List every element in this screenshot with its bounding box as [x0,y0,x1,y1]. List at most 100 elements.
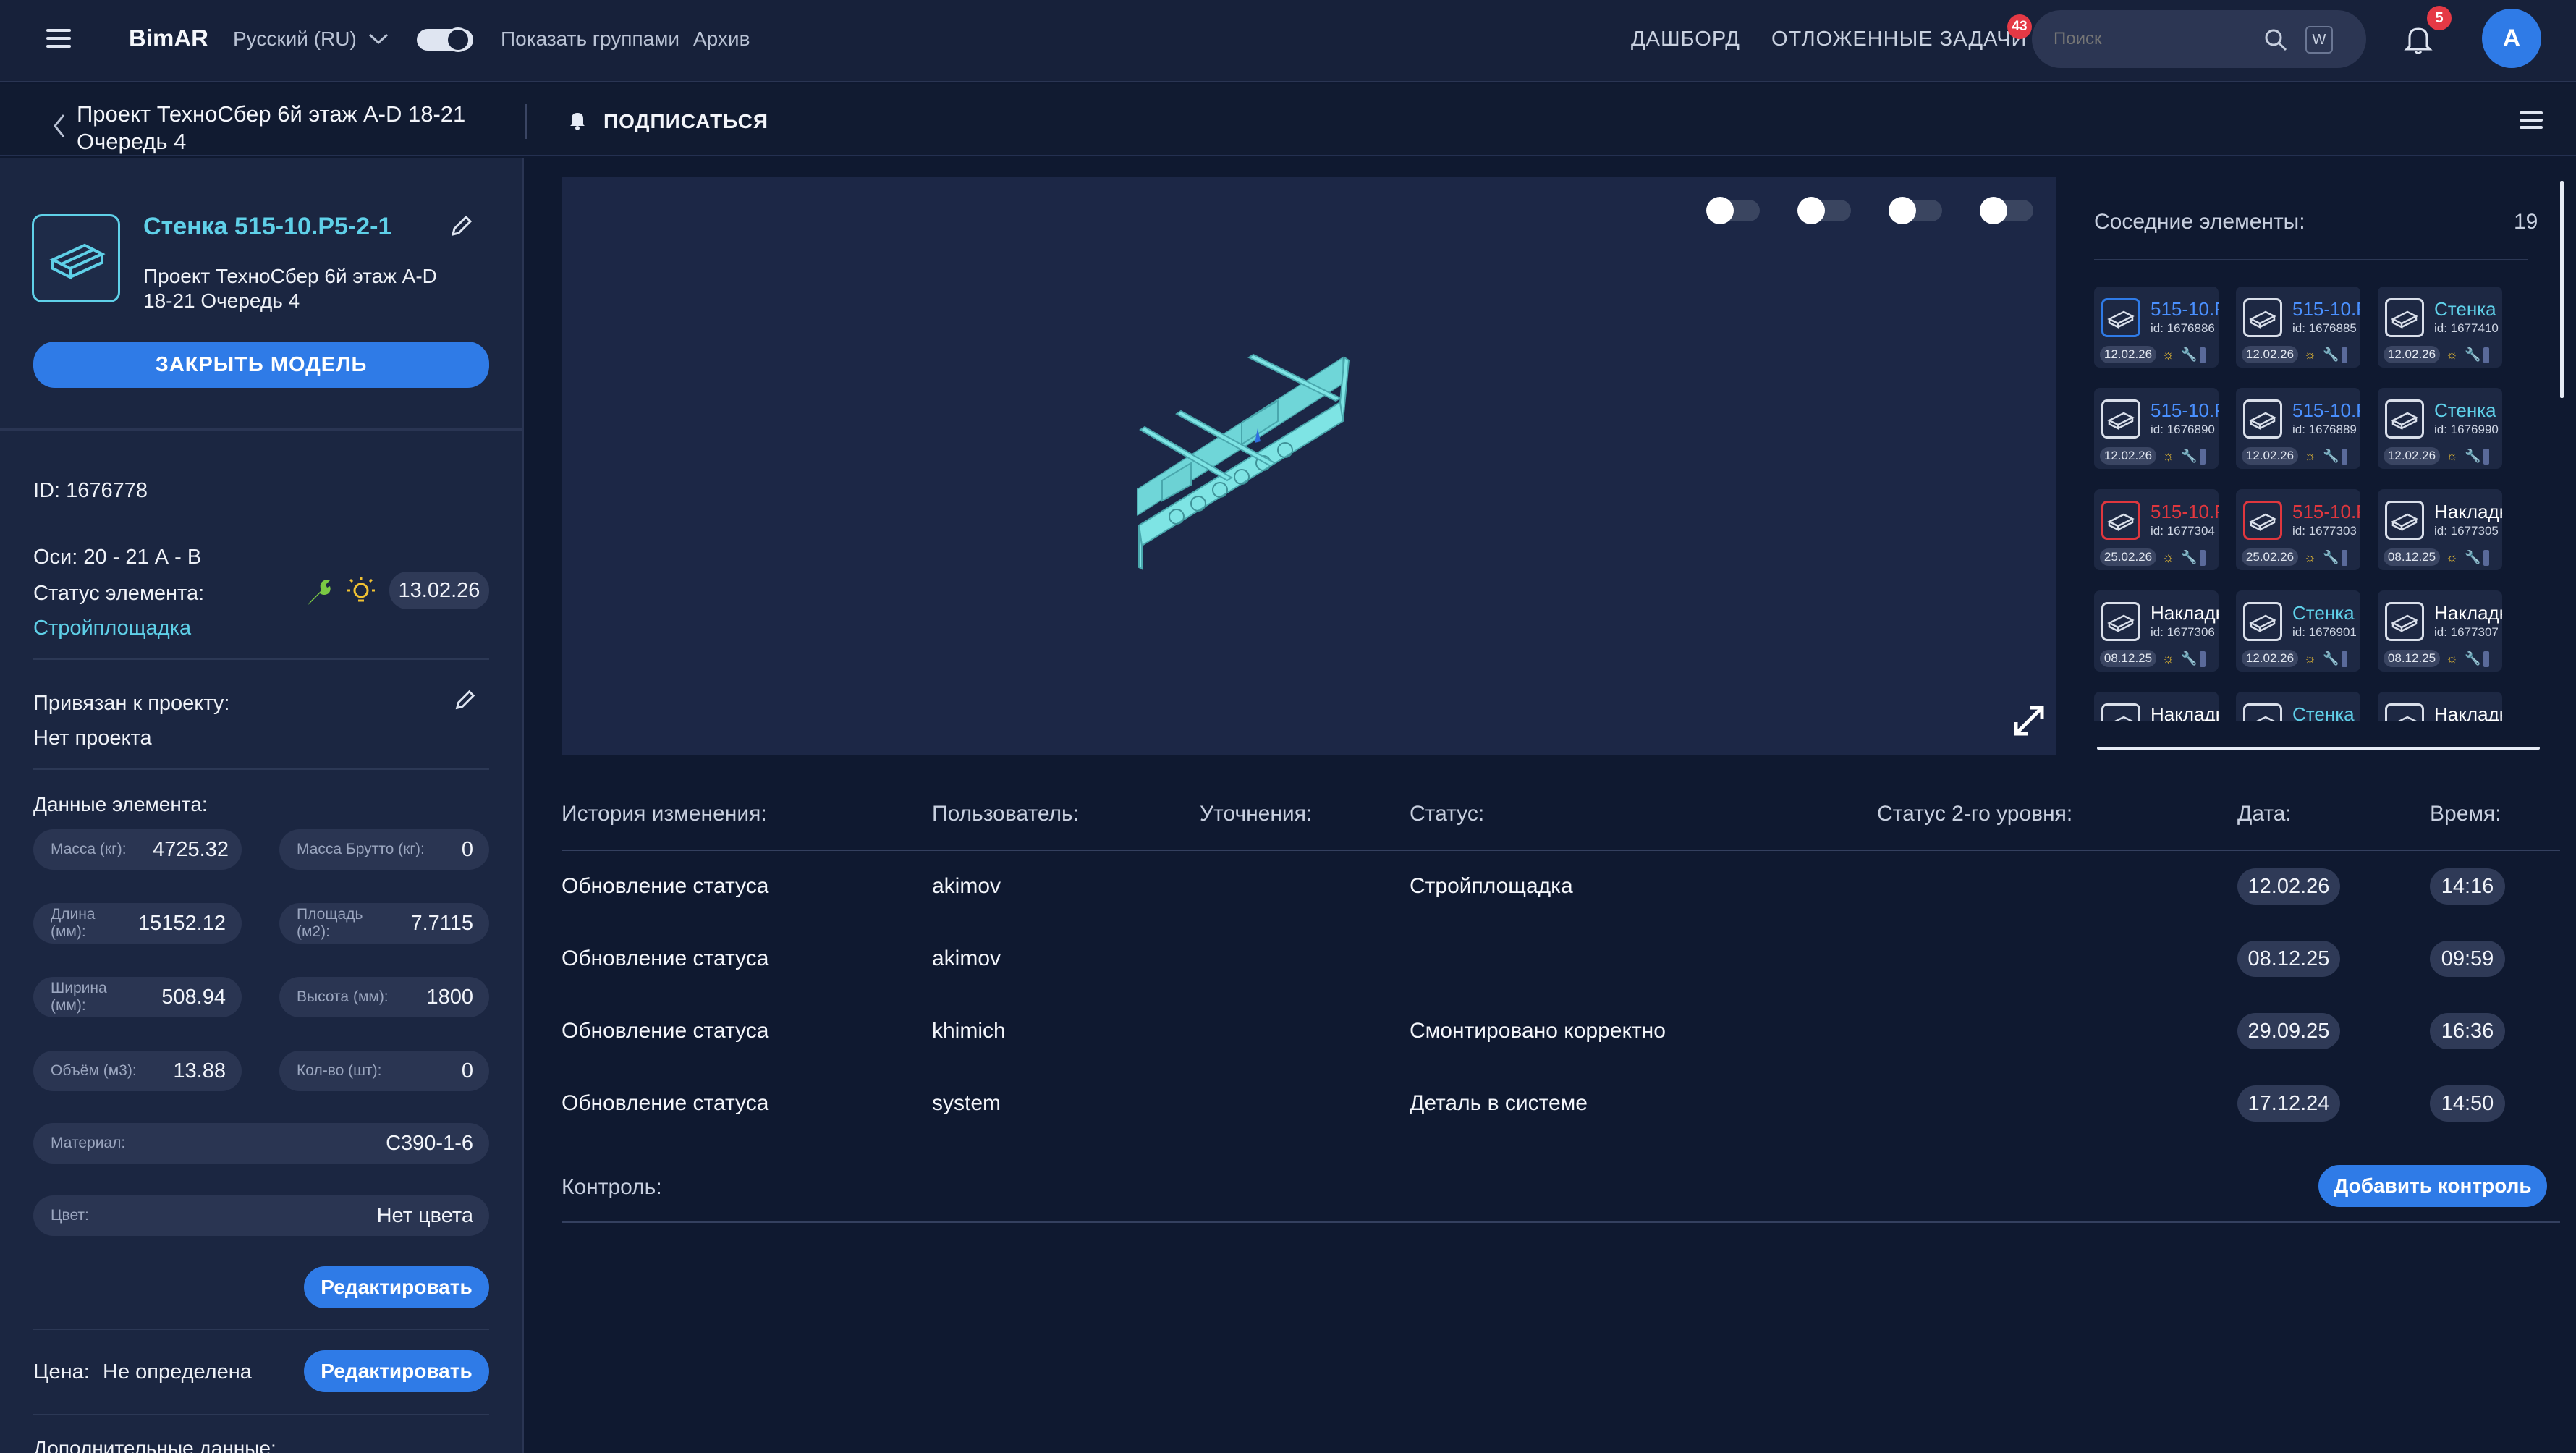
neighbor-card[interactable]: Накладкаid: 1677307 08.12.25 ☼ 🔧 [2378,590,2502,672]
show-groups-label[interactable]: Показать группами [501,27,679,51]
subscribe-button[interactable]: ПОДПИСАТЬСЯ [603,110,768,133]
neighbor-name: Накладка [2151,602,2219,624]
edit-data-button[interactable]: Редактировать [304,1266,489,1308]
groups-toggle[interactable] [417,27,473,52]
material-field[interactable]: Материал: С390-1-6 [33,1123,489,1164]
neighbor-card[interactable]: 515-10.Pid: 1676885 12.02.26 ☼ 🔧 [2236,287,2360,368]
add-control-button[interactable]: Добавить контроль [2318,1165,2547,1207]
top-bar: BimAR Русский (RU) Показать группами Арх… [0,0,2576,82]
neighbors-scroll-bar[interactable] [2097,747,2540,750]
neighbors-vertical-scrollbar[interactable] [2560,181,2564,398]
search-shortcut-label: W [2312,31,2326,48]
subscribe-bell-icon[interactable] [569,110,586,130]
mass-field[interactable]: Масса (кг): 4725.32 [33,829,242,870]
width-field[interactable]: Ширина (мм): 508.94 [33,977,242,1017]
wrench-icon: 🔧 [2465,449,2481,463]
height-value: 1800 [426,985,473,1009]
volume-label: Объём (м3): [51,1062,137,1079]
material-label: Материал: [51,1135,126,1151]
neighbor-card[interactable]: Стенкаid: 1676989 [2236,692,2360,721]
neighbor-id: id: 1676890 [2151,423,2215,436]
divider [0,428,524,431]
viewer-toggle-3[interactable] [1889,197,1942,224]
model-viewer[interactable] [562,177,2056,755]
color-field[interactable]: Цвет: Нет цвета [33,1195,489,1236]
neighbor-id: id: 1677305 [2434,524,2499,538]
width-value: 508.94 [161,985,226,1009]
expand-icon[interactable] [2010,702,2048,740]
viewer-toggle-4[interactable] [1980,197,2033,224]
neighbor-id: id: 1676889 [2292,423,2357,436]
edit-price-button[interactable]: Редактировать [304,1350,489,1392]
neighbor-card[interactable]: Стенка id: 1677410 12.02.26 ☼ 🔧 [2378,287,2502,368]
wrench-icon: 🔧 [2465,347,2481,362]
neighbor-card[interactable]: 515-10.P id: 1676889 12.02.26 ☼ 🔧 [2236,388,2360,469]
gross-mass-field[interactable]: Масса Брутто (кг): 0 [279,829,489,870]
search-shortcut-key: W [2305,26,2333,54]
divider [562,850,2560,851]
chevron-down-icon[interactable] [368,32,389,46]
neighbor-date: 12.02.26 [2242,346,2298,363]
neighbor-date: 08.12.25 [2384,650,2440,667]
neighbor-card[interactable]: 515-10.P id: 1676890 12.02.26 ☼ 🔧 [2094,388,2219,469]
edit-title-pencil-icon[interactable] [449,214,473,239]
menu-icon[interactable] [46,27,71,49]
neighbor-card[interactable]: Накладка id: 1677305 08.12.25 ☼ 🔧 [2378,489,2502,570]
beam-icon [2243,399,2282,439]
more-menu-icon[interactable] [2520,110,2543,130]
header-status: Статус: [1410,802,1485,826]
nav-deferred-tasks[interactable]: ОТЛОЖЕННЫЕ ЗАДАЧИ [1771,27,2027,51]
edit-project-pencil-icon[interactable] [453,689,476,712]
search-input[interactable] [2054,25,2263,54]
status-bar-icon [2342,449,2347,465]
project-title-line1: Проект ТехноСбер 6й этаж A-D 18-21 [77,101,466,127]
beam-icon [2101,298,2140,337]
neighbor-card[interactable]: 515-10.P id: 1677303 25.02.26 ☼ 🔧 [2236,489,2360,570]
beam-icon [2101,703,2140,721]
height-field[interactable]: Высота (мм): 1800 [279,977,489,1017]
neighbor-card[interactable]: Накладкаid: 1677308 [2094,692,2219,721]
quantity-field[interactable]: Кол-во (шт): 0 [279,1051,489,1091]
neighbor-card[interactable]: Накладкаid: 1677363 [2378,692,2502,721]
volume-field[interactable]: Объём (м3): 13.88 [33,1051,242,1091]
length-field[interactable]: Длина (мм): 15152.12 [33,903,242,944]
bell-icon[interactable] [2404,23,2433,55]
neighbor-id: id: 1676885 [2292,321,2357,335]
neighbor-id: id: 1676990 [2434,423,2499,436]
wrench-icon: 🔧 [2465,550,2481,564]
nav-dashboard[interactable]: ДАШБОРД [1631,27,1740,51]
back-chevron-icon[interactable] [52,113,67,139]
row-user: akimov [932,946,1001,970]
neighbor-name: 515-10.P [2151,298,2219,320]
neighbor-card[interactable]: Стенка id: 1676990 12.02.26 ☼ 🔧 [2378,388,2502,469]
archive-link[interactable]: Архив [693,27,750,51]
quantity-label: Кол-во (шт): [297,1062,382,1079]
close-model-button[interactable]: ЗАКРЫТЬ МОДЕЛЬ [33,342,489,388]
language-select[interactable]: Русский (RU) [233,27,357,51]
row-user: system [932,1091,1001,1115]
avatar[interactable]: A [2482,9,2541,68]
row-time: 14:50 [2430,1085,2505,1122]
neighbors-panel: Соседние элементы: 19 515-10.Pid: 167688… [2072,177,2564,755]
search-icon[interactable] [2263,27,2288,52]
neighbor-card[interactable]: Стенка id: 1676901 12.02.26 ☼ 🔧 [2236,590,2360,672]
row-status: Смонтировано корректно [1410,1019,1666,1043]
row-user: khimich [932,1019,1006,1043]
neighbor-name: Стенка [2292,602,2355,624]
row-action: Обновление статуса [562,874,769,898]
status-value-link[interactable]: Стройплощадка [33,617,191,640]
neighbor-card[interactable]: 515-10.P id: 1677304 25.02.26 ☼ 🔧 [2094,489,2219,570]
neighbor-card[interactable]: 515-10.Pid: 1676886 12.02.26 ☼ 🔧 [2094,287,2219,368]
app-logo[interactable]: BimAR [129,25,208,52]
element-panel: Стенка 515-10.P5-2-1 Проект ТехноСбер 6й… [0,158,524,1453]
viewer-toggle-2[interactable] [1797,197,1851,224]
search-box[interactable]: W [2032,10,2366,68]
wrench-icon: 🔧 [2323,651,2339,666]
neighbor-card[interactable]: Накладкаid: 1677306 08.12.25 ☼ 🔧 [2094,590,2219,672]
color-label: Цвет: [51,1207,89,1224]
area-field[interactable]: Площадь (м2): 7.7115 [279,903,489,944]
wrench-icon: 🔧 [2181,449,2198,463]
beam-3d-model[interactable] [1133,336,1350,618]
row-action: Обновление статуса [562,946,769,970]
viewer-toggle-1[interactable] [1706,197,1760,224]
